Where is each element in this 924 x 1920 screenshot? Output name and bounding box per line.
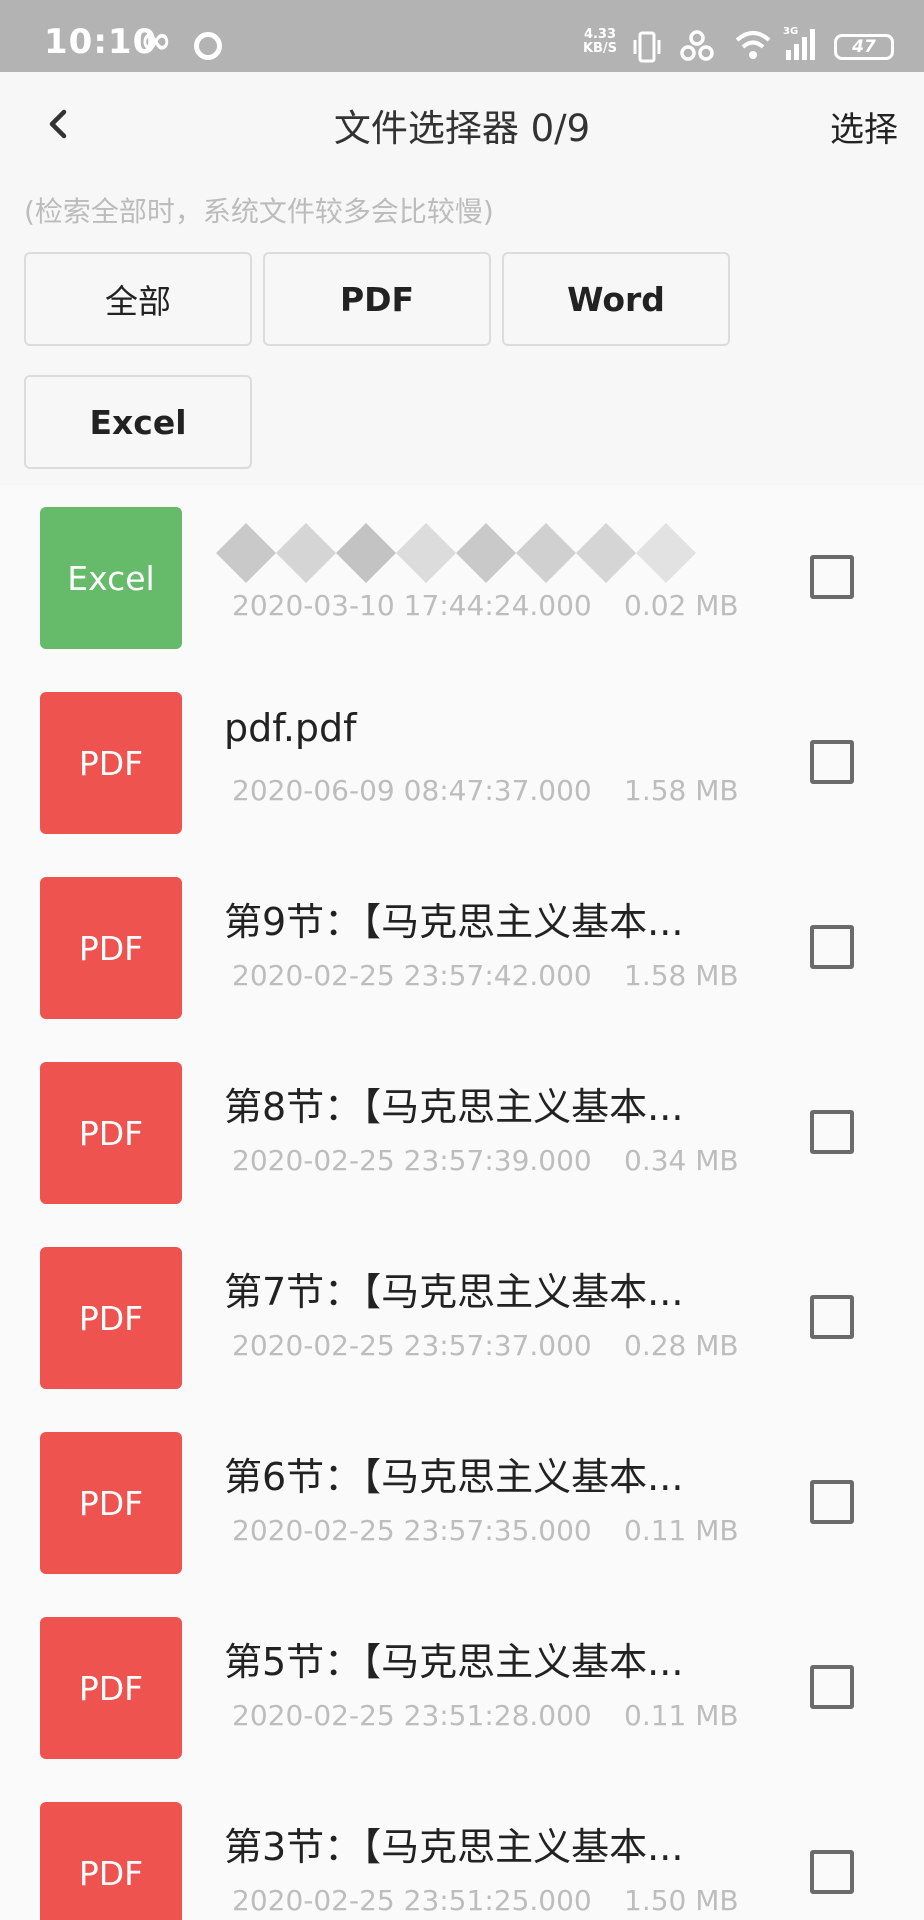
file-row[interactable]: PDF 第8节：【马克思主义基本... 2020-02-25 23:57:39.… (0, 1040, 924, 1225)
wifi-icon (735, 31, 771, 59)
app-header: 文件选择器 0/9 选择 (0, 72, 924, 176)
file-checkbox[interactable] (810, 1110, 854, 1154)
infinity-icon: ∞ (140, 18, 172, 62)
file-type-badge: PDF (40, 1062, 182, 1204)
file-size: 1.58 MB (624, 774, 739, 807)
circle-icon (194, 32, 222, 60)
file-row[interactable]: PDF 第3节：【马克思主义基本... 2020-02-25 23:51:25.… (0, 1780, 924, 1920)
file-list: Excel 2020-03-10 17:44:24.000 0.02 MB PD… (0, 485, 924, 1920)
file-type-badge: PDF (40, 1247, 182, 1389)
battery-icon: 47 (834, 34, 894, 60)
file-size: 0.11 MB (624, 1514, 739, 1547)
file-name: 第9节：【马克思主义基本... (224, 900, 684, 944)
file-name: 第5节：【马克思主义基本... (224, 1640, 684, 1684)
file-checkbox[interactable] (810, 1850, 854, 1894)
file-date: 2020-02-25 23:57:37.000 (232, 1329, 592, 1362)
filter-word-button[interactable]: Word (502, 252, 730, 346)
vibrate-icon (633, 31, 661, 63)
file-date: 2020-02-25 23:57:42.000 (232, 959, 592, 992)
status-bar: 10:10 ∞ 4.33 KB/S 3G 47 (0, 0, 924, 72)
network-speed-unit: KB/S (582, 41, 618, 56)
file-size: 0.11 MB (624, 1699, 739, 1732)
redacted-filename (216, 523, 696, 583)
file-date: 2020-03-10 17:44:24.000 (232, 589, 592, 622)
filter-excel-button[interactable]: Excel (24, 375, 252, 469)
file-checkbox[interactable] (810, 1665, 854, 1709)
file-date: 2020-02-25 23:57:35.000 (232, 1514, 592, 1547)
file-date: 2020-02-25 23:51:25.000 (232, 1884, 592, 1917)
file-checkbox[interactable] (810, 555, 854, 599)
file-row[interactable]: PDF pdf.pdf 2020-06-09 08:47:37.000 1.58… (0, 670, 924, 855)
file-type-badge: PDF (40, 692, 182, 834)
file-type-badge: PDF (40, 1802, 182, 1920)
link-icon (680, 30, 714, 61)
filter-pdf-button[interactable]: PDF (263, 252, 491, 346)
file-checkbox[interactable] (810, 1480, 854, 1524)
file-type-badge: PDF (40, 1432, 182, 1574)
file-date: 2020-02-25 23:51:28.000 (232, 1699, 592, 1732)
file-size: 0.02 MB (624, 589, 739, 622)
file-size: 0.34 MB (624, 1144, 739, 1177)
file-date: 2020-06-09 08:47:37.000 (232, 774, 592, 807)
file-checkbox[interactable] (810, 925, 854, 969)
file-size: 1.50 MB (624, 1884, 739, 1917)
file-row[interactable]: PDF 第6节：【马克思主义基本... 2020-02-25 23:57:35.… (0, 1410, 924, 1595)
file-size: 1.58 MB (624, 959, 739, 992)
file-name: pdf.pdf (224, 706, 357, 750)
file-name: 第7节：【马克思主义基本... (224, 1270, 684, 1314)
file-type-badge: PDF (40, 877, 182, 1019)
file-checkbox[interactable] (810, 740, 854, 784)
page-title: 文件选择器 0/9 (333, 107, 591, 150)
search-hint: (检索全部时，系统文件较多会比较慢) (24, 195, 494, 228)
network-speed-value: 4.33 (583, 27, 617, 42)
file-row[interactable]: PDF 第5节：【马克思主义基本... 2020-02-25 23:51:28.… (0, 1595, 924, 1780)
file-name: 第3节：【马克思主义基本... (224, 1825, 684, 1869)
select-button[interactable]: 选择 (830, 102, 898, 151)
file-name: 第8节：【马克思主义基本... (224, 1085, 684, 1129)
file-row[interactable]: Excel 2020-03-10 17:44:24.000 0.02 MB (0, 485, 924, 670)
file-type-badge: PDF (40, 1617, 182, 1759)
network-speed: 4.33 KB/S (578, 28, 622, 56)
file-checkbox[interactable] (810, 1295, 854, 1339)
file-date: 2020-02-25 23:57:39.000 (232, 1144, 592, 1177)
filter-buttons: 全部 PDF Word Excel (24, 252, 744, 472)
file-size: 0.28 MB (624, 1329, 739, 1362)
file-row[interactable]: PDF 第9节：【马克思主义基本... 2020-02-25 23:57:42.… (0, 855, 924, 1040)
file-type-badge: Excel (40, 507, 182, 649)
signal-icon (786, 29, 815, 60)
file-name: 第6节：【马克思主义基本... (224, 1455, 684, 1499)
file-row[interactable]: PDF 第7节：【马克思主义基本... 2020-02-25 23:57:37.… (0, 1225, 924, 1410)
filter-all-button[interactable]: 全部 (24, 252, 252, 346)
